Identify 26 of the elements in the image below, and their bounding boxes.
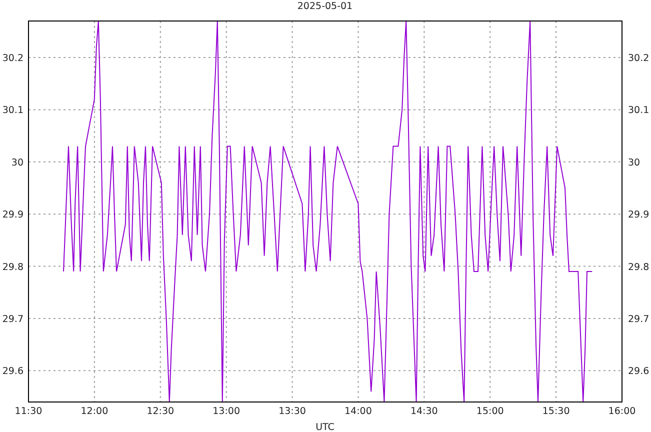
chart-title: 2025-05-01 — [297, 1, 353, 12]
y-tick-label: 29.9 — [628, 210, 650, 221]
y-tick-label: 29.6 — [2, 366, 24, 378]
y-tick-label: 29.7 — [628, 314, 650, 325]
x-tick-label: 12:00 — [80, 406, 108, 417]
y-tick-label: 29.8 — [628, 262, 650, 273]
x-tick-label: 13:30 — [278, 406, 306, 417]
x-tick-label: 15:30 — [542, 406, 570, 417]
y-tick-label: 30 — [11, 157, 24, 168]
y-tick-label: 29.7 — [2, 314, 24, 325]
x-axis-title: UTC — [316, 422, 334, 432]
y-tick-label: 30.1 — [628, 105, 650, 116]
x-tick-label: 14:30 — [410, 406, 438, 417]
x-tick-label: 14:00 — [344, 406, 372, 417]
y-tick-label: 30 — [628, 157, 640, 168]
y-tick-label: 30.2 — [628, 53, 650, 64]
x-tick-label: 13:00 — [212, 406, 240, 417]
x-tick-label: 12:30 — [146, 406, 174, 417]
y-tick-label: 30.1 — [2, 105, 24, 116]
x-tick-label: 11:30 — [14, 406, 42, 417]
x-tick-label: 15:00 — [476, 406, 504, 417]
y-tick-label: 29.9 — [2, 210, 24, 221]
x-tick-label: 16:00 — [608, 406, 636, 417]
y-tick-label: 29.6 — [628, 366, 650, 378]
y-tick-label: 30.2 — [2, 53, 24, 64]
y-tick-label: 29.8 — [2, 262, 24, 273]
